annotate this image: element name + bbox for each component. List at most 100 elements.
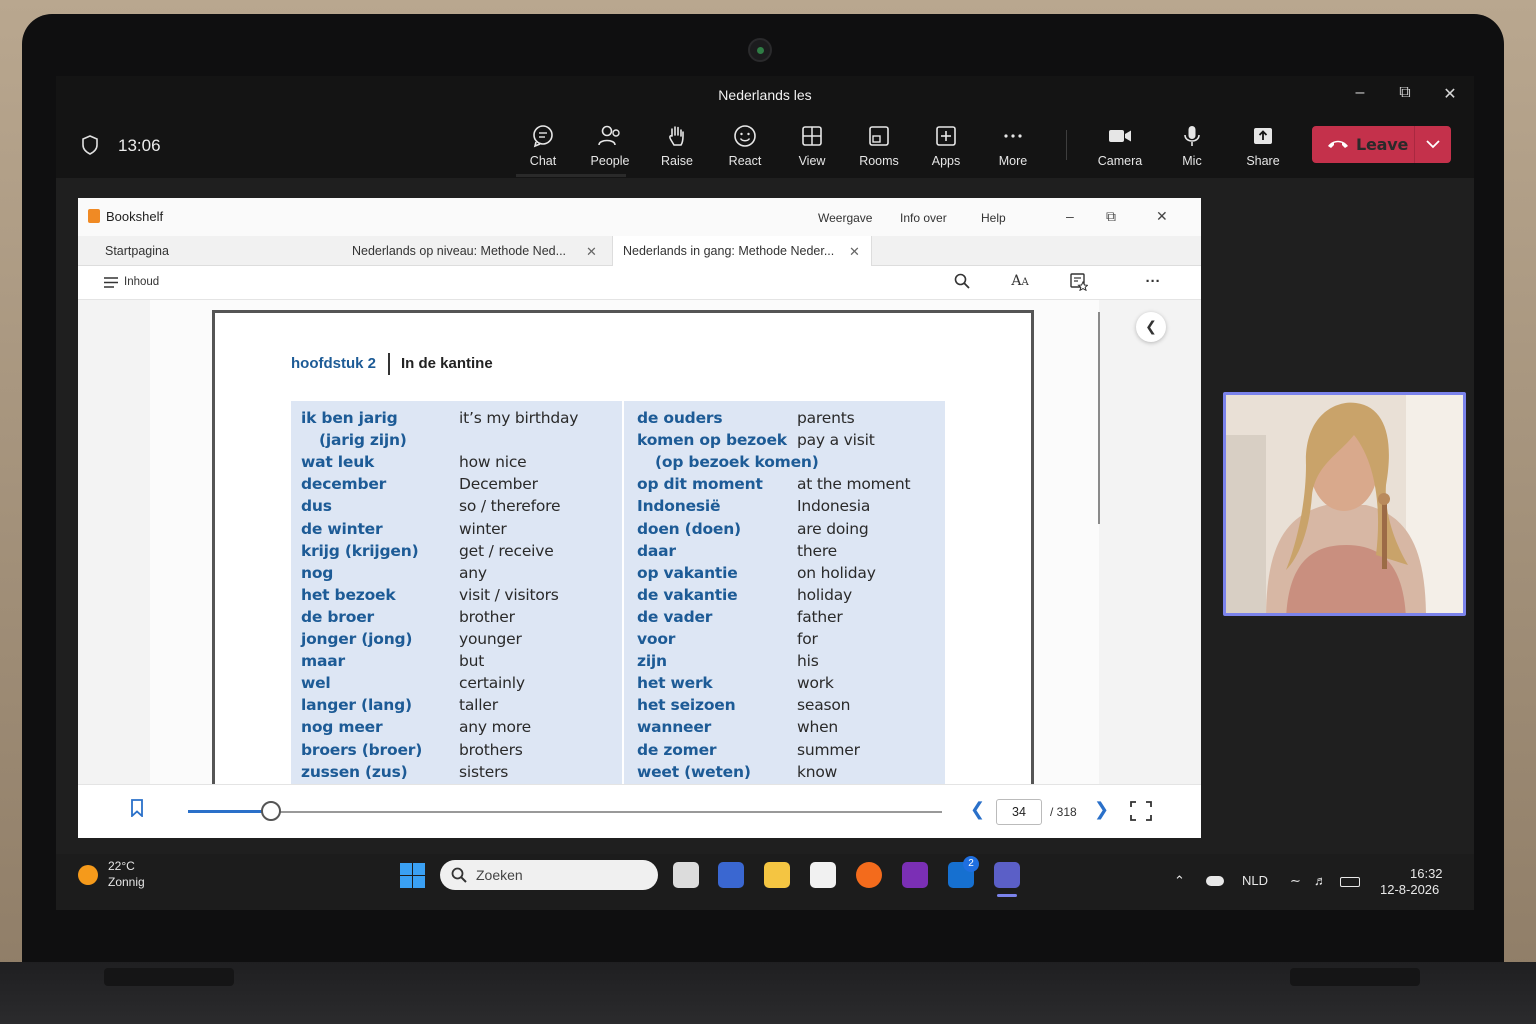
teams-icon[interactable] (994, 862, 1020, 888)
apps-button[interactable]: Apps (915, 124, 977, 178)
leave-button[interactable]: Leave (1312, 126, 1451, 163)
view-button[interactable]: View (781, 124, 843, 178)
menu-info-over[interactable]: Info over (900, 211, 947, 225)
vocab-word-dutch: de winter (301, 519, 383, 538)
phone-hangup-icon (1328, 140, 1348, 148)
tab-close-icon[interactable]: ✕ (849, 244, 860, 260)
camera-button[interactable]: Camera (1089, 124, 1151, 178)
more-button[interactable]: More (982, 124, 1044, 178)
language-indicator[interactable]: NLD (1242, 873, 1268, 888)
onenote-icon[interactable] (902, 862, 928, 888)
file-explorer-icon[interactable] (764, 862, 790, 888)
chapter-title: In de kantine (401, 355, 493, 372)
taskbar-date[interactable]: 12-8-2026 (1380, 882, 1439, 897)
ellipsis-icon (1004, 134, 1022, 138)
weather-condition[interactable]: Zonnig (108, 875, 145, 889)
screen: Nederlands les – ⧉ ✕ 13:06 Chat People R… (56, 76, 1474, 910)
vocabulary-table: ik ben jarig it’s my birthday (jarig zijn)… (291, 401, 945, 791)
vocab-word-dutch: weet (weten) (637, 762, 751, 781)
teams-chat-icon[interactable] (718, 862, 744, 888)
rooms-button[interactable]: Rooms (848, 124, 910, 178)
toc-label[interactable]: Inhoud (124, 276, 159, 288)
chevron-up-icon[interactable]: ⌃ (1174, 873, 1185, 889)
vocab-translation-english: there (797, 541, 838, 560)
bookshelf-header: Bookshelf Weergave Info over Help – ⧉ ✕ (78, 198, 1201, 236)
meeting-title: Nederlands les (718, 87, 812, 103)
app-minimize-icon[interactable]: – (1066, 208, 1074, 224)
restore-icon[interactable]: ⧉ (1393, 84, 1417, 102)
chevron-left-icon: ❮ (1145, 318, 1157, 334)
vocab-word-dutch: wel (301, 674, 331, 693)
windows-start-icon[interactable] (400, 863, 425, 888)
annotations-icon[interactable] (1068, 273, 1090, 293)
mic-label: Mic (1182, 154, 1202, 168)
apps-label: Apps (931, 154, 961, 168)
more-options-icon[interactable]: ··· (1142, 273, 1164, 293)
previous-page-icon[interactable]: ❮ (970, 799, 985, 820)
page-slider-track[interactable] (188, 811, 942, 813)
collapse-panel-button[interactable]: ❮ (1136, 312, 1166, 342)
page-number-input[interactable]: 34 (996, 799, 1042, 825)
menu-help[interactable]: Help (981, 211, 1006, 225)
outlook-icon[interactable]: 2 (948, 856, 979, 888)
menu-weergave[interactable]: Weergave (818, 211, 872, 225)
react-button[interactable]: React (714, 124, 776, 178)
taskbar-search[interactable]: Zoeken (440, 860, 658, 890)
task-view-icon[interactable] (673, 862, 699, 888)
chat-label: Chat (529, 154, 557, 168)
onedrive-icon[interactable] (1206, 876, 1224, 886)
text-size-icon[interactable]: AA (1009, 273, 1031, 293)
minimize-icon[interactable]: – (1348, 84, 1372, 102)
vocab-word-dutch: (jarig zijn) (319, 431, 407, 450)
battery-icon[interactable] (1340, 877, 1360, 887)
meeting-timer: 13:06 (118, 136, 161, 155)
tab-startpagina[interactable]: Startpagina (105, 236, 325, 266)
chat-button[interactable]: Chat (512, 124, 574, 178)
vocab-word-dutch: langer (lang) (301, 696, 412, 715)
firefox-icon[interactable] (856, 862, 882, 888)
vertical-scrollbar[interactable] (1098, 312, 1100, 524)
microsoft-store-icon[interactable] (810, 862, 836, 888)
leave-options-button[interactable] (1415, 126, 1451, 163)
mic-button[interactable]: Mic (1161, 124, 1223, 178)
vocab-word-dutch: de ouders (637, 409, 723, 427)
volume-icon[interactable]: ♬ (1314, 873, 1327, 888)
chapter-number: hoofdstuk 2 (291, 355, 376, 372)
toolbar-divider (1066, 130, 1067, 160)
vocab-word-dutch: ik ben jarig (301, 409, 398, 427)
leave-main[interactable]: Leave (1312, 126, 1414, 163)
sun-icon[interactable] (78, 865, 98, 885)
vocab-translation-english: so / therefore (459, 497, 561, 516)
vocab-translation-english: for (797, 630, 818, 648)
share-button[interactable]: Share (1232, 124, 1294, 178)
people-button[interactable]: People (579, 124, 641, 178)
tab-nederlands-in-gang[interactable]: Nederlands in gang: Methode Neder... ✕ (612, 236, 872, 266)
raise-hand-button[interactable]: Raise (646, 124, 708, 178)
wifi-icon[interactable]: ∼ (1290, 873, 1301, 889)
more-label: More (998, 154, 1028, 168)
vocab-translation-english: how nice (459, 453, 527, 472)
vocab-word-dutch: dus (301, 497, 332, 516)
app-close-icon[interactable]: ✕ (1156, 208, 1168, 225)
menu-icon[interactable] (104, 277, 118, 288)
windows-taskbar: 22°C Zonnig Zoeken 2 ⌃ NLD ∼ ♬ 16:32 12-… (56, 854, 1474, 910)
tab-close-icon[interactable]: ✕ (586, 244, 597, 260)
vocab-translation-english: parents (797, 409, 855, 427)
bookmark-icon[interactable] (130, 799, 144, 817)
vocab-word-dutch: nog (301, 563, 334, 582)
participant-video-tile[interactable] (1223, 392, 1466, 616)
tab-nederlands-op-niveau[interactable]: Nederlands op niveau: Methode Ned... ✕ (352, 236, 602, 266)
taskbar-time[interactable]: 16:32 (1410, 866, 1443, 881)
vocab-translation-english: taller (459, 696, 498, 715)
vocab-word-dutch: zussen (zus) (301, 762, 408, 781)
app-restore-icon[interactable]: ⧉ (1106, 208, 1116, 225)
weather-temperature[interactable]: 22°C (108, 859, 135, 873)
next-page-icon[interactable]: ❯ (1094, 799, 1109, 820)
search-icon[interactable] (951, 273, 973, 293)
vocab-translation-english: it’s my birthday (459, 409, 579, 427)
vocab-translation-english: on holiday (797, 563, 876, 582)
fullscreen-icon[interactable] (1130, 801, 1152, 821)
close-icon[interactable]: ✕ (1438, 84, 1462, 104)
page-slider-handle[interactable] (260, 801, 281, 821)
camera-label: Camera (1097, 154, 1143, 168)
